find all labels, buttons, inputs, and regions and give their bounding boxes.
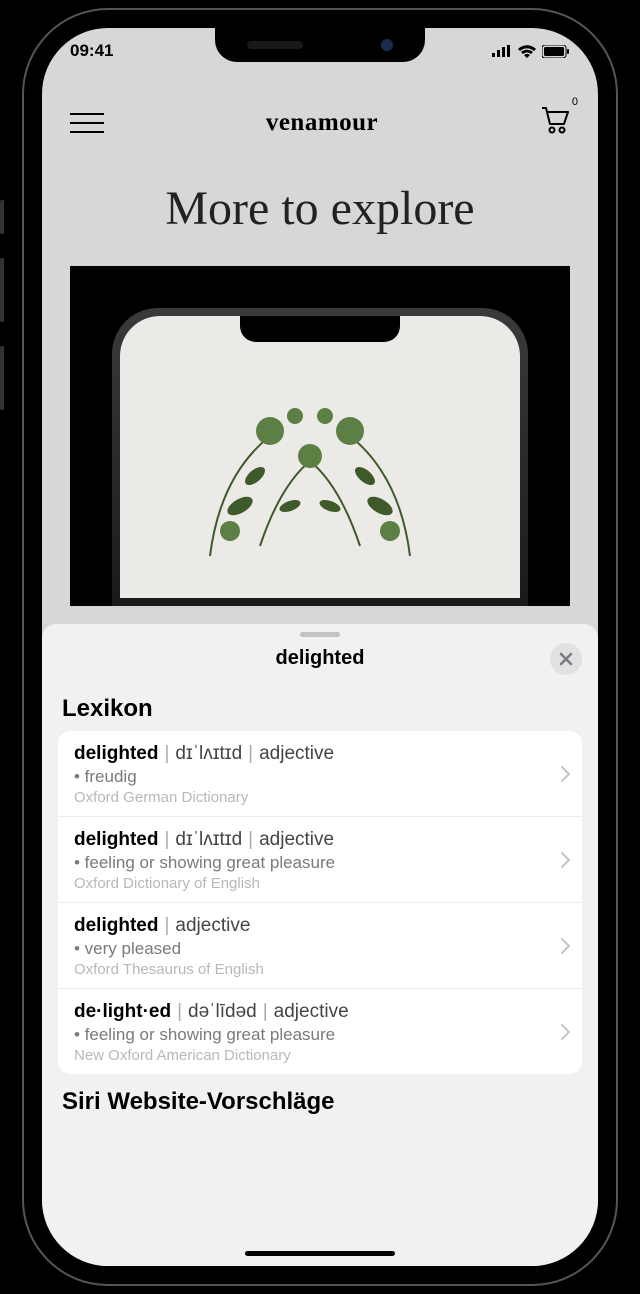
chevron-right-icon (561, 766, 570, 782)
sheet-grabber[interactable] (300, 632, 340, 637)
chevron-right-icon (561, 852, 570, 868)
cellular-icon (492, 45, 512, 57)
entry-definition: • feeling or showing great pleasure (74, 853, 566, 873)
device-notch (215, 28, 425, 62)
brand-logo[interactable]: venamour (266, 109, 378, 137)
status-icons (492, 45, 570, 58)
floral-illustration (160, 376, 460, 576)
cart-icon (540, 106, 570, 134)
dictionary-entry[interactable]: de·light·ed|dəˈlīdəd|adjective • feeling… (58, 989, 582, 1074)
phone-frame: 09:41 venamour 0 (22, 8, 618, 1286)
battery-icon (542, 45, 570, 58)
cart-button[interactable]: 0 (540, 106, 570, 139)
wifi-icon (518, 45, 536, 58)
entry-source: New Oxford American Dictionary (74, 1047, 566, 1064)
nested-phone-mockup (112, 308, 528, 606)
entry-source: Oxford Thesaurus of English (74, 961, 566, 978)
section-title: More to explore (42, 181, 598, 236)
home-indicator[interactable] (245, 1251, 395, 1256)
entry-source: Oxford Dictionary of English (74, 875, 566, 892)
status-time: 09:41 (70, 41, 113, 61)
siri-suggestions-label: Siri Website-Vorschläge (42, 1074, 598, 1116)
chevron-right-icon (561, 1024, 570, 1040)
chevron-right-icon (561, 938, 570, 954)
entry-definition: • very pleased (74, 939, 566, 959)
sheet-title: delighted (42, 641, 598, 675)
close-button[interactable] (550, 643, 582, 675)
phone-side-buttons (0, 200, 4, 434)
dictionary-entry[interactable]: delighted|adjective • very pleased Oxfor… (58, 903, 582, 989)
menu-button[interactable] (70, 113, 104, 133)
entry-source: Oxford German Dictionary (74, 789, 566, 806)
dictionary-entry[interactable]: delighted|dɪˈlʌɪtɪd|adjective • freudig … (58, 731, 582, 817)
dictionary-entry[interactable]: delighted|dɪˈlʌɪtɪd|adjective • feeling … (58, 817, 582, 903)
cart-count: 0 (572, 96, 578, 108)
dictionary-results-card: delighted|dɪˈlʌɪtɪd|adjective • freudig … (58, 731, 582, 1074)
entry-definition: • freudig (74, 767, 566, 787)
entry-definition: • feeling or showing great pleasure (74, 1025, 566, 1045)
hero-image[interactable] (70, 266, 570, 606)
lookup-sheet: delighted Lexikon delighted|dɪˈlʌɪtɪd|ad… (42, 624, 598, 1266)
close-icon (559, 652, 573, 666)
lexikon-label: Lexikon (42, 685, 598, 731)
